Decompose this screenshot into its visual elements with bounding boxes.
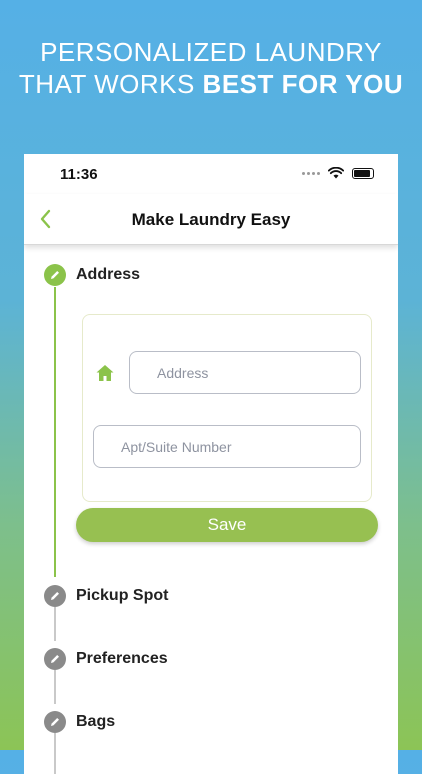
status-time: 11:36 [60,166,98,183]
step-label: Bags [76,713,116,730]
apt-suite-placeholder: Apt/Suite Number [121,438,232,455]
address-placeholder: Address [157,364,209,381]
headline-line-2-bold: BEST FOR YOU [202,69,404,99]
step-label: Pickup Spot [76,587,169,604]
apt-suite-input[interactable]: Apt/Suite Number [93,425,361,468]
timeline-connector [54,607,56,641]
step-address[interactable]: Address [44,264,140,286]
step-preferences[interactable]: Preferences [44,648,168,670]
page-title: Make Laundry Easy [131,210,291,229]
headline-line-2-prefix: THAT WORKS [18,69,203,99]
timeline-connector [54,733,56,774]
status-bar: 11:36 [24,154,398,194]
navigation-bar: Make Laundry Easy [24,194,398,245]
pencil-icon [44,585,66,607]
wifi-icon [328,167,344,179]
pencil-icon [44,648,66,670]
headline-line-2: THAT WORKS BEST FOR YOU [0,68,422,100]
pencil-icon [44,711,66,733]
step-label: Preferences [76,650,168,667]
timeline-connector-active [54,287,56,577]
save-button[interactable]: Save [76,508,378,542]
step-pickup-spot[interactable]: Pickup Spot [44,585,168,607]
marketing-headline: PERSONALIZED LAUNDRY THAT WORKS BEST FOR… [0,36,422,100]
pencil-icon [44,264,66,286]
home-icon [96,365,114,381]
address-input[interactable]: Address [129,351,361,394]
status-icons [302,167,374,179]
signal-dots-icon [302,171,320,175]
phone-screen: 11:36 Make Laundry Easy Address Address … [24,154,398,774]
step-bags[interactable]: Bags [44,711,115,733]
battery-icon [352,167,374,179]
address-form-card: Address Apt/Suite Number [82,314,372,502]
step-label: Address [76,266,141,283]
timeline-connector [54,670,56,704]
headline-line-1: PERSONALIZED LAUNDRY [40,37,382,67]
